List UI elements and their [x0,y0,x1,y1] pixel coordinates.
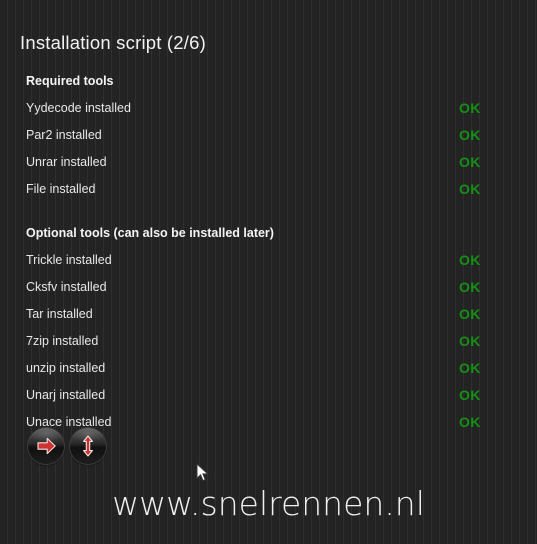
status-badge: OK [459,333,481,349]
table-row: Tar installed OK [0,301,537,328]
red-updown-arrow-icon [83,435,93,457]
status-badge: OK [459,252,481,268]
status-badge: OK [459,127,481,143]
table-row: 7zip installed OK [0,328,537,355]
site-watermark: www.snelrennen.nl [112,484,425,523]
tool-name: 7zip installed [26,334,99,348]
table-row: File installed OK [0,176,537,203]
table-row: Cksfv installed OK [0,274,537,301]
button-bar [28,428,106,464]
installer-window: Installation script (2/6) Required tools… [0,0,537,544]
red-right-arrow-icon [37,437,56,455]
tool-name: unzip installed [26,361,106,375]
status-badge: OK [459,360,481,376]
tool-name: File installed [26,182,96,196]
section-header-optional: Optional tools (can also be installed la… [26,226,274,240]
next-button[interactable] [28,428,64,464]
tool-name: Tar installed [26,307,93,321]
status-badge: OK [459,387,481,403]
status-badge: OK [459,279,481,295]
resize-button[interactable] [70,428,106,464]
status-badge: OK [459,414,481,430]
mouse-cursor [196,463,209,482]
tool-name: Trickle installed [26,253,112,267]
section-header-required: Required tools [26,74,114,88]
table-row: Par2 installed OK [0,122,537,149]
tool-name: Par2 installed [26,128,102,142]
table-row: Yydecode installed OK [0,95,537,122]
status-badge: OK [459,306,481,322]
table-row: Trickle installed OK [0,247,537,274]
table-row: unzip installed OK [0,355,537,382]
tools-list: Required tools Yydecode installed OK Par… [0,68,537,436]
page-title: Installation script (2/6) [20,32,206,53]
status-badge: OK [459,154,481,170]
status-badge: OK [459,100,481,116]
tool-name: Yydecode installed [26,101,131,115]
table-row: Unrar installed OK [0,149,537,176]
tool-name: Cksfv installed [26,280,107,294]
tool-name: Unarj installed [26,388,106,402]
tool-name: Unrar installed [26,155,107,169]
status-badge: OK [459,181,481,197]
table-row: Unarj installed OK [0,382,537,409]
